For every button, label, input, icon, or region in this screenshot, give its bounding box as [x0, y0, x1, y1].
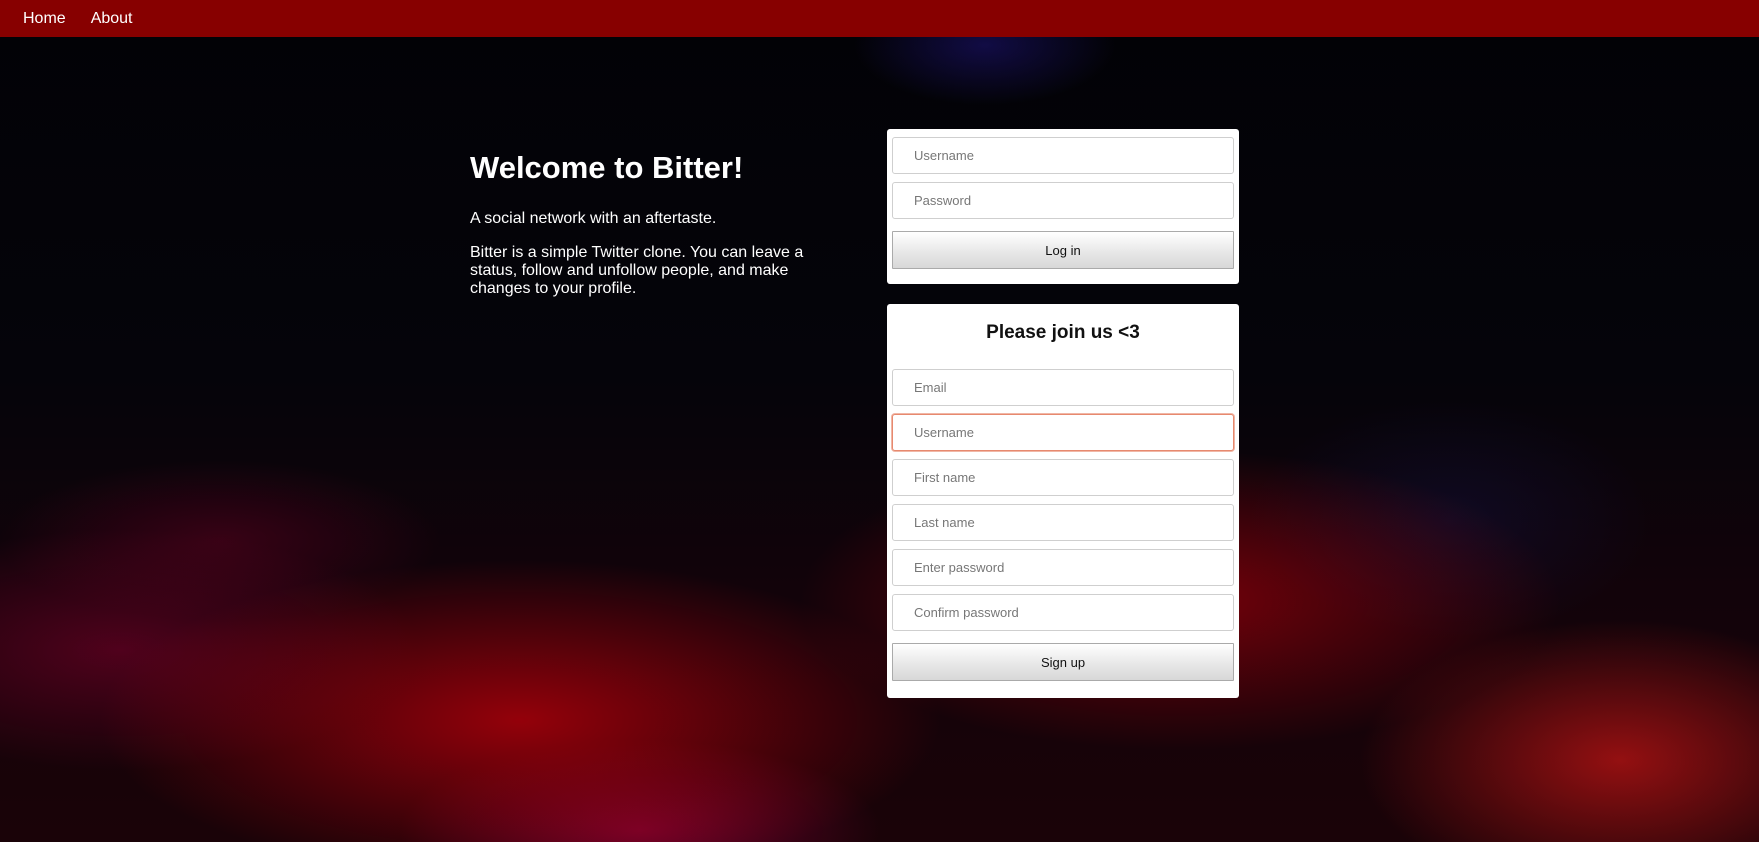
login-password-input[interactable] [892, 182, 1234, 219]
signup-username-input[interactable] [892, 414, 1234, 451]
login-button[interactable]: Log in [892, 231, 1234, 269]
intro-section: Welcome to Bitter! A social network with… [470, 148, 830, 314]
signup-last-name-input[interactable] [892, 504, 1234, 541]
signup-email-input[interactable] [892, 369, 1234, 406]
login-form: Log in [887, 129, 1239, 284]
nav-about-link[interactable]: About [91, 10, 133, 28]
signup-first-name-input[interactable] [892, 459, 1234, 496]
signup-title: Please join us <3 [986, 322, 1140, 343]
nav-home-link[interactable]: Home [23, 10, 66, 28]
tagline: A social network with an aftertaste. [470, 210, 717, 227]
signup-password-input[interactable] [892, 549, 1234, 586]
signup-button[interactable]: Sign up [892, 643, 1234, 681]
page-background [0, 0, 1759, 842]
signup-form: Please join us <3 Sign up [887, 304, 1239, 698]
top-navbar: Home About [0, 0, 1759, 37]
page-title: Welcome to Bitter! [470, 150, 744, 185]
description: Bitter is a simple Twitter clone. You ca… [470, 244, 804, 297]
login-username-input[interactable] [892, 137, 1234, 174]
signup-confirm-password-input[interactable] [892, 594, 1234, 631]
